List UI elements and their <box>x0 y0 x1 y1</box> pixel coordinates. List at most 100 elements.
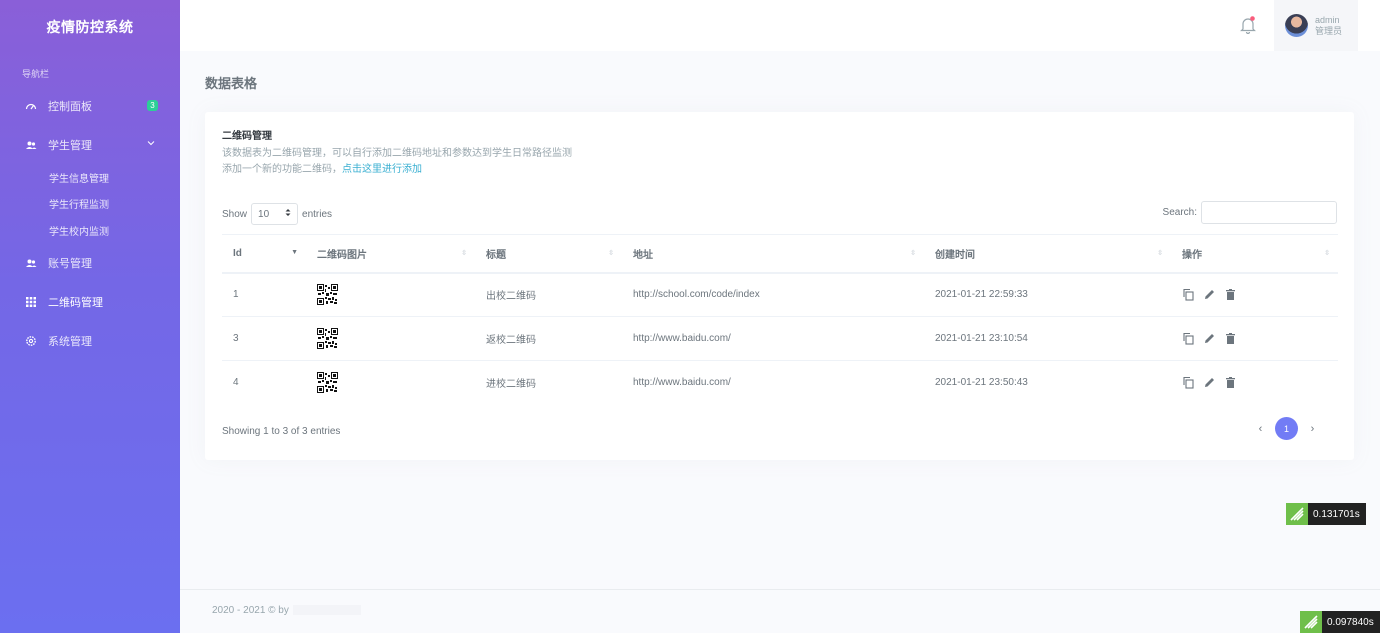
edit-icon[interactable] <box>1203 376 1216 392</box>
chevron-down-icon <box>147 138 155 150</box>
qr-code-icon[interactable] <box>317 328 475 349</box>
edit-icon[interactable] <box>1203 332 1216 348</box>
copy-icon[interactable] <box>1182 288 1195 304</box>
sidebar-item-label: 二维码管理 <box>48 297 103 309</box>
topbar: admin 管理员 <box>180 0 1380 51</box>
cell-qr-image <box>306 361 475 405</box>
cell-id: 4 <box>233 377 239 389</box>
cell-id: 3 <box>222 316 306 361</box>
table-row: 4 进校二维码 http://www.baidu.com/2021-01-21 23… <box>222 361 1338 405</box>
delete-icon[interactable] <box>1224 288 1237 304</box>
notification-badge: 3 <box>147 100 158 111</box>
sidebar-item-students[interactable]: 学生管理 <box>0 125 180 164</box>
user-role: 管理员 <box>1315 25 1343 36</box>
pagination-page[interactable]: 1 <box>1275 417 1298 440</box>
brand-title[interactable]: 疫情防控系统 <box>0 0 180 52</box>
cell-actions <box>1171 316 1338 361</box>
sidebar-item-accounts[interactable]: 账号管理 <box>0 244 180 283</box>
qrcode-table: Id ▼ 二维码图片 ⇳ 标题 ⇳ 地址 ⇳ 创建时间 ⇳ 操作 ⇳ 1 出校二维码 http:… <box>222 234 1338 405</box>
grid-icon <box>24 296 37 309</box>
cell-url: http://www.baidu.com/ <box>633 377 731 389</box>
cell-url: http://school.com/code/index <box>622 272 924 317</box>
sort-icon: ⇳ <box>461 250 467 257</box>
table-row: 3 返校二维码 http://www.baidu.com/2021-01-21 23… <box>222 316 1338 361</box>
speedometer-icon <box>24 99 37 112</box>
entries-label: entries <box>302 208 333 220</box>
show-label: Show <box>222 208 248 220</box>
qr-code-icon[interactable] <box>317 372 475 394</box>
sidebar-item-system[interactable]: 系统管理 <box>0 322 180 361</box>
cell-created: 2021-01-21 23:10:54 <box>924 316 1171 361</box>
sort-icon: ⇳ <box>910 250 916 257</box>
card-description: 该数据表为二维码管理，可以自行添加二维码地址和参数达到学生日常路径监测 添加一个… <box>222 146 572 178</box>
footer: 2020 - 2021 © by <box>180 589 1380 633</box>
sidebar-subitem-student-trip[interactable]: 学生行程监测 <box>0 191 180 218</box>
user-menu[interactable]: admin 管理员 <box>1274 0 1358 51</box>
page-length-control: Show 10 entries <box>222 203 332 225</box>
sidebar-subitem-student-campus[interactable]: 学生校内监测 <box>0 217 180 244</box>
data-table-card: 二维码管理 该数据表为二维码管理，可以自行添加二维码地址和参数达到学生日常路径监… <box>205 112 1354 460</box>
copy-icon[interactable] <box>1182 332 1195 348</box>
cell-created: 2021-01-21 22:59:33 <box>924 272 1171 317</box>
table-header-row: Id ▼ 二维码图片 ⇳ 标题 ⇳ 地址 ⇳ 创建时间 ⇳ 操作 ⇳ <box>222 234 1338 274</box>
select-arrows-icon <box>285 208 291 220</box>
user-name: admin <box>1315 14 1340 25</box>
search-label: Search: <box>1162 207 1197 218</box>
leaf-logo-icon <box>1300 611 1322 633</box>
sidebar-item-label: 学生管理 <box>48 139 92 152</box>
description-line: 该数据表为二维码管理，可以自行添加二维码地址和参数达到学生日常路径监测 <box>222 148 572 159</box>
sidebar-item-label: 系统管理 <box>48 336 92 348</box>
column-header-actions[interactable]: 操作 ⇳ <box>1171 234 1338 274</box>
cell-id: 1 <box>222 272 306 317</box>
sort-icon: ⇳ <box>1157 250 1163 257</box>
add-qrcode-link[interactable]: 点击这里进行添加 <box>342 164 422 175</box>
delete-icon[interactable] <box>1224 376 1237 392</box>
table-row: 1 出校二维码 http://school.com/code/index 2021-0… <box>222 272 1338 317</box>
cell-qr-image <box>306 316 475 361</box>
sidebar-item-qrcode[interactable]: 二维码管理 <box>0 283 180 322</box>
search-input[interactable] <box>1201 201 1337 224</box>
cell-qr-image <box>306 272 475 317</box>
timer-widget[interactable]: 0.131701s <box>1286 503 1366 525</box>
page-title: 数据表格 <box>205 76 258 91</box>
sidebar-item-dashboard[interactable]: 控制面板 3 <box>0 86 180 125</box>
sort-icon: ⇳ <box>608 250 614 257</box>
sort-desc-icon: ▼ <box>291 249 298 256</box>
column-header-created[interactable]: 创建时间 ⇳ <box>924 234 1171 274</box>
entries-select[interactable]: 10 <box>251 203 299 225</box>
table-info: Showing 1 to 3 of 3 entries <box>222 426 341 437</box>
qr-code-icon[interactable] <box>317 284 475 306</box>
sidebar: 疫情防控系统 导航栏 控制面板 3 学生管理 学生信息管理 学生行程监测 学生校… <box>0 0 180 633</box>
entries-value: 10 <box>258 208 270 220</box>
sort-icon: ⇳ <box>1324 250 1330 257</box>
copy-icon[interactable] <box>1182 376 1195 392</box>
table-search: Search: <box>1163 201 1337 224</box>
bell-icon[interactable] <box>1240 16 1256 35</box>
timer-widget[interactable]: 0.097840s <box>1300 611 1380 633</box>
cell-title: 出校二维码 <box>475 272 622 317</box>
column-header-qr-image[interactable]: 二维码图片 ⇳ <box>306 234 475 274</box>
pagination-next[interactable]: › <box>1298 423 1327 435</box>
cell-title: 返校二维码 <box>475 316 622 361</box>
avatar <box>1285 14 1308 37</box>
column-header-title[interactable]: 标题 ⇳ <box>475 234 622 274</box>
delete-icon[interactable] <box>1224 332 1237 348</box>
pagination-prev[interactable]: ‹ <box>1246 423 1275 435</box>
nav-heading: 导航栏 <box>22 69 50 79</box>
card-title: 二维码管理 <box>222 131 272 142</box>
column-header-url[interactable]: 地址 ⇳ <box>622 234 924 274</box>
gear-icon <box>24 335 37 348</box>
redacted-author <box>292 605 361 616</box>
users-icon <box>24 138 37 151</box>
sidebar-subitem-student-info[interactable]: 学生信息管理 <box>0 164 180 191</box>
description-prefix: 添加一个新的功能二维码， <box>222 164 342 175</box>
column-header-id[interactable]: Id ▼ <box>222 234 306 274</box>
cell-title: 进校二维码 <box>486 379 536 391</box>
pagination: ‹ 1 › <box>1246 417 1327 440</box>
timer-value: 0.097840s <box>1327 616 1374 628</box>
users-icon <box>24 257 37 270</box>
edit-icon[interactable] <box>1203 288 1216 304</box>
leaf-logo-icon <box>1286 503 1308 525</box>
sidebar-item-label: 账号管理 <box>48 258 92 270</box>
sidebar-item-label: 控制面板 <box>48 100 92 113</box>
